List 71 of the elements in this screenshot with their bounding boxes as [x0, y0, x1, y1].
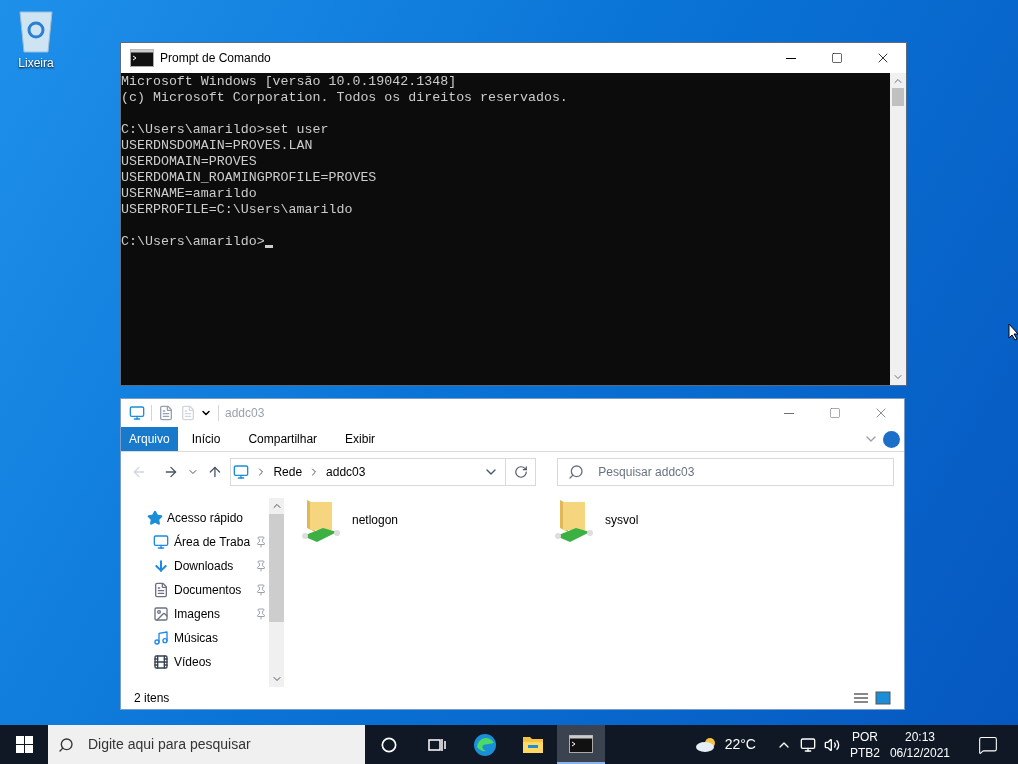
clock[interactable]: 20:13 06/12/2021	[889, 728, 950, 761]
film-icon	[153, 654, 169, 670]
large-icons-view-icon[interactable]	[875, 691, 891, 705]
terminal-icon	[569, 734, 593, 753]
ribbon-tab[interactable]: Arquivo	[121, 427, 178, 451]
window-title: addc03	[225, 405, 265, 422]
ribbon-tab[interactable]: Início	[177, 427, 235, 451]
scrollbar-thumb[interactable]	[269, 514, 285, 622]
recycle-bin-icon[interactable]	[16, 8, 56, 54]
ribbon-tab[interactable]: Compartilhar	[234, 427, 332, 451]
properties-icon[interactable]	[158, 405, 174, 421]
terminal-icon	[130, 49, 154, 67]
volume-icon[interactable]	[823, 736, 840, 753]
temperature[interactable]: 22°C	[724, 734, 756, 755]
maximize-icon	[831, 52, 843, 64]
notifications-icon[interactable]	[978, 734, 998, 755]
edge-icon	[473, 732, 497, 757]
search-icon	[568, 464, 585, 480]
refresh-icon[interactable]	[513, 465, 528, 479]
music-note-icon	[153, 630, 169, 646]
computer-icon[interactable]	[129, 405, 145, 421]
scrollbar[interactable]	[269, 498, 285, 687]
terminal-line: USERDOMAIN_ROAMINGPROFILE=PROVES	[121, 170, 377, 186]
computer-icon	[233, 464, 250, 480]
taskbar-app-button[interactable]	[557, 725, 605, 764]
nav-item[interactable]: Músicas	[174, 629, 218, 647]
document-icon	[153, 582, 169, 598]
search-icon	[58, 736, 74, 753]
breadcrumb-item[interactable]: Rede	[273, 463, 303, 481]
details-view-icon[interactable]	[853, 691, 869, 705]
ribbon-tab[interactable]: Exibir	[331, 427, 390, 451]
cortana-icon	[381, 736, 397, 753]
star-icon	[147, 510, 163, 526]
picture-icon	[153, 606, 169, 622]
scrollbar[interactable]	[890, 73, 906, 385]
windows-logo-icon	[15, 736, 33, 753]
terminal-line: C:\Users\amarildo>	[121, 234, 265, 250]
minimize-icon	[786, 57, 796, 59]
mouse-pointer-icon	[1008, 323, 1018, 341]
nav-item[interactable]: Imagens	[174, 605, 221, 623]
terminal-line: C:\Users\amarildo>set user	[121, 122, 329, 138]
terminal-line: USERPROFILE=C:\Users\amarildo	[121, 202, 353, 218]
address-bar[interactable]: Rede addc03	[230, 458, 537, 486]
folder-name[interactable]: netlogon	[352, 511, 399, 529]
nav-item[interactable]: Documentos	[174, 581, 242, 599]
terminal-line: Microsoft Windows [versão 10.0.19042.1348]	[121, 74, 457, 90]
minimize-icon	[784, 412, 794, 414]
shared-folder-icon	[554, 498, 594, 544]
scrollbar-thumb[interactable]	[892, 88, 904, 106]
nav-item[interactable]: Área de Traba	[174, 533, 251, 551]
terminal-line: USERDOMAIN=PROVES	[121, 154, 257, 170]
nav-item[interactable]: Downloads	[174, 557, 234, 575]
language-indicator[interactable]: POR PTB2	[849, 728, 880, 761]
nav-item[interactable]: Acesso rápido	[167, 509, 244, 527]
monitor-icon	[153, 534, 169, 550]
search-field[interactable]: Pesquisar addc03	[557, 458, 894, 486]
status-text: 2 itens	[134, 690, 170, 707]
taskbar-search-field[interactable]: Digite aqui para pesquisar	[48, 725, 365, 764]
terminal-line: (c) Microsoft Corporation. Todos os direitos reservados.	[121, 90, 568, 106]
terminal-line: USERNAME=amarildo	[121, 186, 257, 202]
terminal-line: USERDNSDOMAIN=PROVES.LAN	[121, 138, 313, 154]
nav-item[interactable]: Vídeos	[174, 653, 212, 671]
network-icon[interactable]	[799, 736, 816, 753]
task-view-icon	[428, 736, 446, 753]
breadcrumb-item[interactable]: addc03	[326, 463, 366, 481]
help-icon[interactable]	[883, 430, 900, 448]
folder-icon	[522, 734, 544, 755]
window-title: Prompt de Comando	[160, 50, 271, 67]
folder-name[interactable]: sysvol	[605, 511, 639, 529]
shared-folder-icon	[301, 498, 341, 544]
maximize-icon	[829, 407, 841, 419]
